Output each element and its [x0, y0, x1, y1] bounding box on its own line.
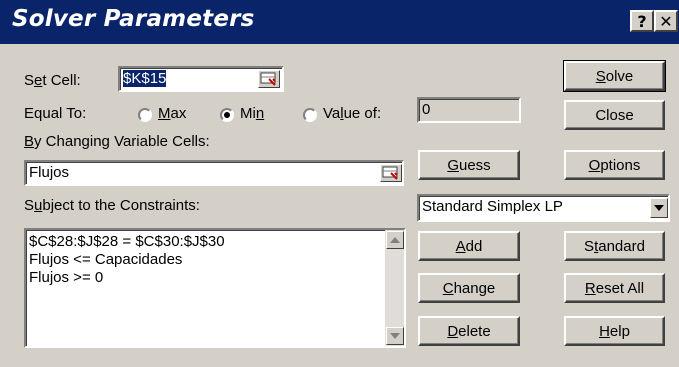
- options-button[interactable]: Options: [564, 150, 665, 180]
- radio-min-circle[interactable]: [220, 108, 234, 122]
- value-of-input[interactable]: 0: [417, 97, 521, 123]
- equal-to-label: Equal To:: [24, 105, 87, 122]
- solve-button[interactable]: Solve: [563, 60, 666, 92]
- solving-method-select[interactable]: Standard Simplex LP: [417, 194, 670, 222]
- add-button[interactable]: Add: [418, 231, 520, 261]
- help-icon[interactable]: ?: [630, 10, 654, 32]
- range-selector-icon[interactable]: [258, 70, 280, 88]
- reset-all-button[interactable]: Reset All: [564, 273, 665, 303]
- guess-button[interactable]: Guess: [418, 150, 520, 180]
- set-cell-value: $K$15: [123, 70, 167, 87]
- constraints-label: Subject to the Constraints:: [24, 197, 200, 214]
- solving-method-value: Standard Simplex LP: [422, 198, 563, 215]
- radio-max-label: Max: [158, 105, 187, 122]
- radio-min-label: Min: [240, 105, 265, 122]
- scroll-up-arrow-icon[interactable]: [386, 231, 404, 249]
- close-icon[interactable]: ✕: [654, 10, 678, 32]
- standard-button[interactable]: St andard: [564, 231, 665, 261]
- constraints-list[interactable]: $C$28:$J$28 = $C$30:$J$30 Flujos <= Capa…: [24, 228, 406, 348]
- delete-button[interactable]: Delete: [418, 316, 520, 346]
- close-button[interactable]: Close: [564, 100, 665, 130]
- changing-cells-input[interactable]: Flujos: [24, 160, 404, 186]
- constraint-item[interactable]: Flujos <= Capacidades: [29, 251, 404, 269]
- set-cell-label: Set Cell:: [24, 72, 81, 89]
- window-title: Solver Parameters: [12, 6, 255, 32]
- change-button[interactable]: Change: [418, 273, 520, 303]
- constraint-item[interactable]: $C$28:$J$28 = $C$30:$J$30: [29, 233, 404, 251]
- radio-max-circle[interactable]: [138, 108, 152, 122]
- constraint-item[interactable]: Flujos >= 0: [29, 269, 404, 287]
- range-selector-icon[interactable]: [380, 164, 402, 182]
- help-button[interactable]: Help: [564, 316, 665, 346]
- dropdown-arrow-icon[interactable]: [650, 198, 668, 218]
- changing-cells-label: By Changing Variable Cells:: [24, 133, 210, 150]
- scroll-down-arrow-icon[interactable]: [386, 327, 404, 345]
- radio-value-of-label: Value of:: [323, 105, 382, 122]
- radio-value-of-circle[interactable]: [303, 108, 317, 122]
